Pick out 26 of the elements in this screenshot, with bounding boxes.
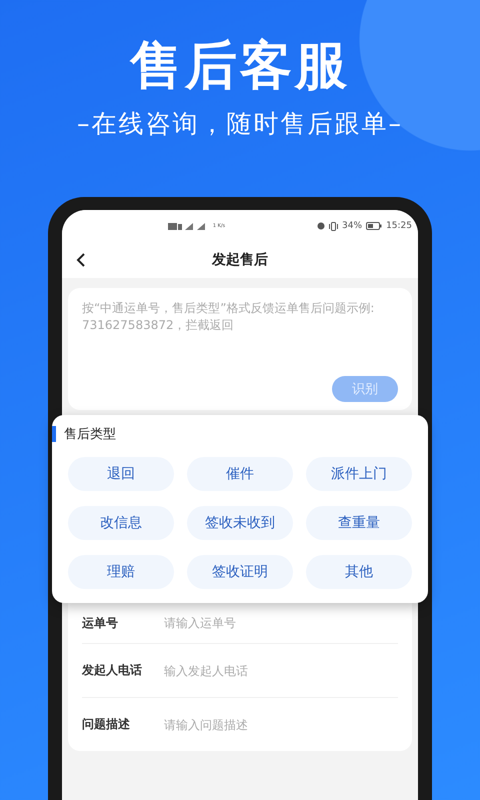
subtitle: –在线咨询，随时售后跟单– — [77, 108, 403, 140]
battery-percent: 34% — [342, 221, 362, 231]
popup-title: 售后类型 — [64, 426, 116, 443]
type-option[interactable]: 查重量 — [306, 506, 412, 540]
input-field[interactable]: 请输入问题描述 — [162, 716, 398, 732]
clock: 15:25 — [386, 221, 412, 231]
vibrate-icon — [329, 222, 338, 230]
type-option[interactable]: 签收证明 — [187, 555, 293, 589]
field-label: 问题描述 — [82, 716, 131, 733]
battery-icon — [366, 222, 382, 230]
input-field[interactable]: 请输入运单号 — [162, 615, 398, 631]
input-field[interactable]: 输入发起人电话 — [162, 662, 398, 678]
back-icon[interactable] — [76, 253, 86, 267]
title-accent-bar — [52, 426, 56, 442]
type-option[interactable]: 理赔 — [68, 555, 174, 589]
type-option[interactable]: 签收未收到 — [187, 506, 293, 540]
headline: 售后客服 — [130, 36, 350, 96]
type-option[interactable]: 其他 — [306, 555, 412, 589]
type-option[interactable]: 催件 — [187, 457, 293, 491]
signal-icon — [168, 222, 208, 230]
type-option[interactable]: 派件上门 — [306, 457, 412, 491]
type-option[interactable]: 退回 — [68, 457, 174, 491]
field-label: 运单号 — [82, 614, 119, 632]
field-label: 发起人电话 — [82, 662, 143, 679]
type-option[interactable]: 改信息 — [68, 506, 174, 540]
page-title: 发起售后 — [210, 251, 269, 269]
